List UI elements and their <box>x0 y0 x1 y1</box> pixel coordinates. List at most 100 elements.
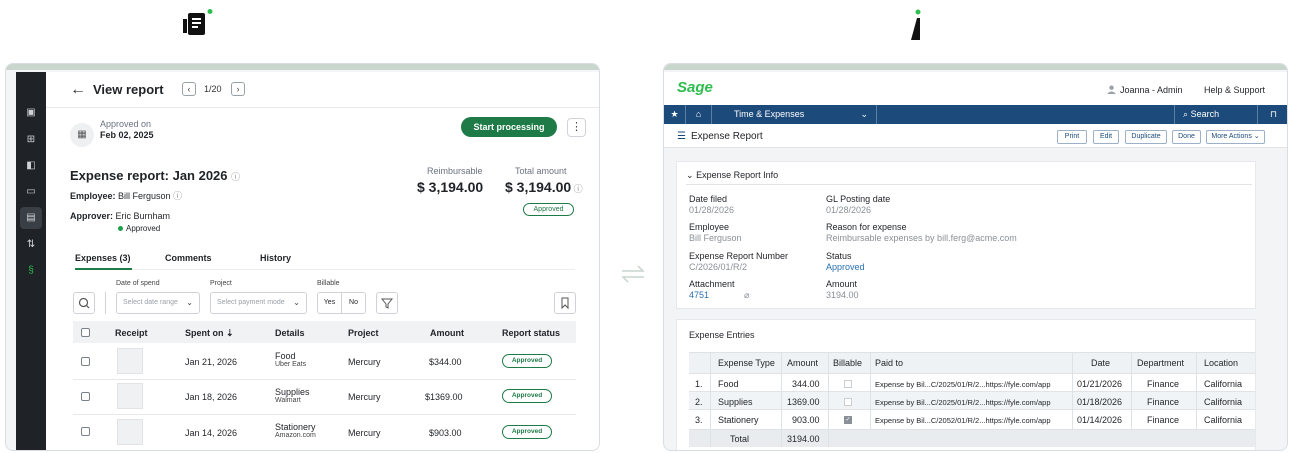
expense-entries-header: Expense Entries <box>689 330 755 340</box>
row-expense-type: Stationery <box>718 415 759 425</box>
select-all-checkbox[interactable] <box>81 328 90 337</box>
help-support-link[interactable]: Help & Support <box>1204 85 1265 95</box>
row-date: 01/18/2026 <box>1077 397 1123 407</box>
approver-line: Approver: Eric Burnham <box>70 211 171 221</box>
row-amount: $344.00 <box>429 357 462 367</box>
project-select[interactable]: Select payment mode ⌄ <box>210 292 307 314</box>
sage-logo-icon <box>911 9 921 40</box>
col-billable: Billable <box>833 358 863 368</box>
report-icon[interactable]: ▤ <box>20 207 42 229</box>
clipboard-icon[interactable]: ▣ <box>24 106 38 120</box>
receipt-thumbnail[interactable] <box>117 383 143 409</box>
bookmark-button[interactable] <box>554 292 576 314</box>
col-receipt: Receipt <box>115 328 148 338</box>
info-icon: ⓘ <box>571 184 583 194</box>
date-range-select[interactable]: Select date range ⌄ <box>116 292 200 314</box>
reimbursable-value: $ 3,194.00 <box>417 179 484 195</box>
project-label: Project <box>210 280 232 287</box>
list-icon: ☰ <box>677 131 686 142</box>
search-box[interactable]: ⌕ Search <box>1174 105 1258 124</box>
billable-no-button[interactable]: No <box>341 292 366 314</box>
bookmark-icon <box>561 297 569 310</box>
row-date: 01/21/2026 <box>1077 379 1123 389</box>
integration-icon[interactable]: § <box>24 264 38 278</box>
row-checkbox[interactable] <box>81 357 90 366</box>
row-divider <box>73 414 576 415</box>
reason-label: Reason for expense <box>826 222 907 232</box>
transfer-icon[interactable]: ⇅ <box>24 238 38 252</box>
col-divider <box>1072 352 1073 429</box>
chevron-down-icon: ⌄ <box>686 170 694 180</box>
report-status-badge: Approved <box>523 203 574 216</box>
filter-icon <box>380 298 394 309</box>
status-value: Approved <box>826 262 865 272</box>
row-date: Jan 21, 2026 <box>185 357 238 367</box>
tab-comments[interactable]: Comments <box>165 253 212 263</box>
row-checkbox[interactable] <box>81 392 90 401</box>
gl-posting-value: 01/28/2026 <box>826 205 872 215</box>
employee-value: Bill Ferguson <box>689 233 742 243</box>
col-divider <box>1196 352 1197 429</box>
tab-expenses[interactable]: Expenses (3) <box>75 253 131 263</box>
row-number: 1. <box>695 379 703 389</box>
col-spent-on[interactable]: Spent on ⇣ <box>185 328 234 339</box>
col-divider <box>781 352 782 447</box>
row-location: California <box>1204 397 1243 407</box>
billable-yes-button[interactable]: Yes <box>317 292 342 314</box>
home-icon[interactable]: ⌂ <box>686 105 712 124</box>
search-button[interactable] <box>73 292 95 314</box>
billable-checkbox[interactable] <box>844 398 852 406</box>
paperclip-icon[interactable]: ⌀ <box>744 290 749 301</box>
attachment-label: Attachment <box>689 279 735 289</box>
sage-logo: Sage <box>677 79 713 96</box>
attachment-link[interactable]: 4751 <box>689 290 709 300</box>
card-icon[interactable]: ▭ <box>24 185 38 199</box>
row-divider <box>73 379 576 380</box>
print-button[interactable]: Print <box>1057 130 1087 144</box>
row-department: Finance <box>1147 379 1180 389</box>
start-processing-button[interactable]: Start processing <box>461 117 557 137</box>
tabs-divider <box>75 269 575 270</box>
module-menu[interactable]: Time & Expenses ⌄ <box>712 105 877 124</box>
edit-button[interactable]: Edit <box>1093 130 1119 144</box>
col-divider <box>828 352 829 447</box>
amount-label: Amount <box>826 279 858 289</box>
fyle-logo-icon <box>183 9 213 35</box>
done-button[interactable]: Done <box>1172 130 1201 144</box>
row-date: Jan 14, 2026 <box>185 428 238 438</box>
col-amount: Amount <box>787 358 819 368</box>
row-amount: 1369.00 <box>787 397 820 407</box>
row-project: Mercury <box>348 392 381 402</box>
row-details: Stationery Amazon.com <box>275 422 316 439</box>
sort-icon: ⇣ <box>226 328 234 338</box>
billable-checkbox[interactable] <box>844 380 852 388</box>
star-icon[interactable]: ★ <box>664 105 686 124</box>
status-dot-icon <box>118 226 123 232</box>
row-location: California <box>1204 379 1243 389</box>
chevron-down-icon: ⌄ <box>186 298 193 307</box>
more-options-icon[interactable]: ⋮ <box>567 118 586 137</box>
col-expense-type: Expense Type <box>718 358 775 368</box>
bookmark-icon[interactable]: ⊓ <box>1258 105 1287 124</box>
reimbursable-label: Reimbursable <box>427 166 483 176</box>
receipt-thumbnail[interactable] <box>117 419 143 445</box>
row-details: Supplies Walmart <box>275 387 310 404</box>
total-amount: 3194.00 <box>787 434 820 444</box>
filter-divider <box>105 292 106 314</box>
col-divider <box>870 352 871 429</box>
row-status-badge: Approved <box>502 389 552 403</box>
duplicate-button[interactable]: Duplicate <box>1125 130 1167 144</box>
row-checkbox[interactable] <box>81 427 90 436</box>
sage-topbar <box>664 72 1287 105</box>
col-department: Department <box>1137 358 1185 368</box>
tab-history[interactable]: History <box>260 253 291 263</box>
grid-icon[interactable]: ⊞ <box>24 133 38 147</box>
row-status-badge: Approved <box>502 425 552 439</box>
report-info-header[interactable]: ⌄ Expense Report Info <box>686 170 778 181</box>
folder-icon[interactable]: ◧ <box>24 159 38 173</box>
billable-checkbox-checked[interactable]: ✓ <box>844 416 852 424</box>
filter-button[interactable] <box>376 292 398 314</box>
user-menu[interactable]: Joanna - Admin <box>1120 85 1183 95</box>
more-actions-button[interactable]: More Actions ⌄ <box>1206 130 1265 144</box>
receipt-thumbnail[interactable] <box>117 348 143 374</box>
